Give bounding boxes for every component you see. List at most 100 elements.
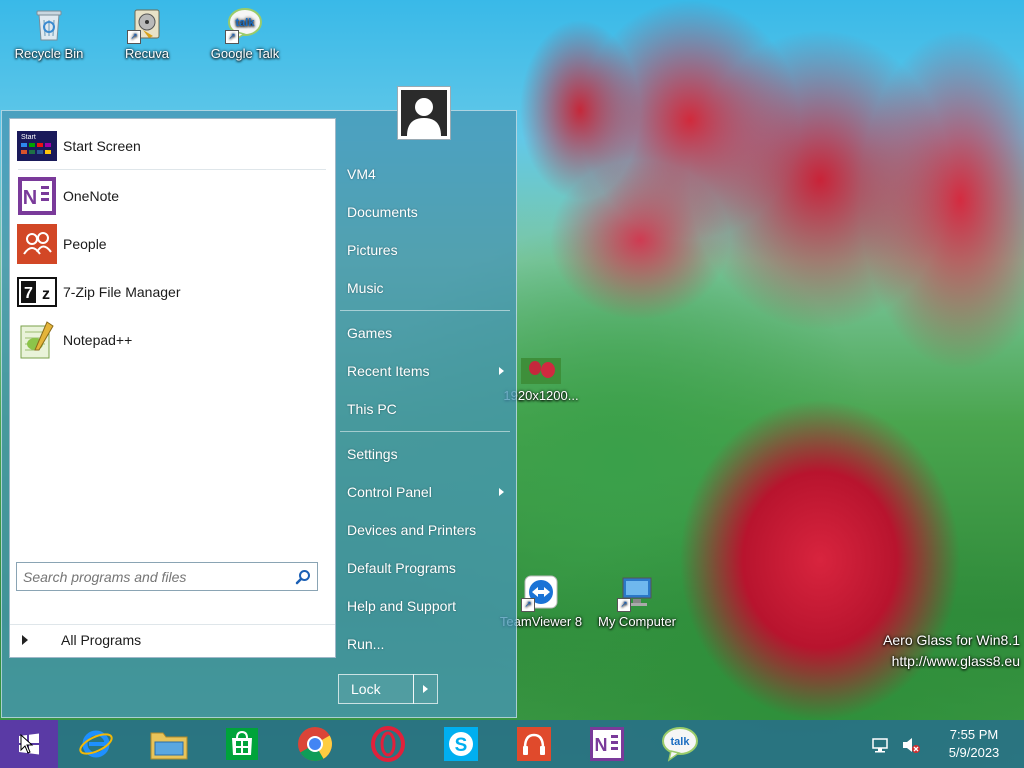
- people-icon: [17, 224, 57, 264]
- system-clock[interactable]: 7:55 PM 5/9/2023: [934, 726, 1014, 762]
- menu-item-label: Devices and Printers: [347, 522, 477, 538]
- taskbar-google-talk[interactable]: talk: [652, 720, 708, 768]
- svg-text:talk: talk: [236, 17, 256, 29]
- expand-arrow-icon: [22, 635, 28, 645]
- taskbar-onenote[interactable]: N: [579, 720, 635, 768]
- taskbar-chrome[interactable]: [287, 720, 343, 768]
- onenote-icon: N: [590, 727, 624, 761]
- submenu-arrow-icon: [499, 367, 504, 375]
- menu-item-label: Settings: [347, 446, 398, 462]
- menu-item-pictures[interactable]: Pictures: [338, 233, 512, 267]
- program-label: 7-Zip File Manager: [63, 284, 181, 300]
- menu-item-label: Recent Items: [347, 363, 430, 379]
- programs-divider: [18, 169, 326, 170]
- program-notepadpp[interactable]: Notepad++: [14, 319, 330, 361]
- taskbar-store[interactable]: [214, 720, 270, 768]
- desktop-icon-label: My Computer: [597, 614, 677, 629]
- menu-item-label: Control Panel: [347, 484, 432, 500]
- start-screen-icon: Start: [17, 130, 57, 162]
- search-icon[interactable]: [295, 569, 311, 585]
- menu-item-vm4[interactable]: VM4: [338, 157, 512, 191]
- watermark-line2: http://www.glass8.eu: [891, 653, 1020, 669]
- taskbar-opera[interactable]: [360, 720, 416, 768]
- program-people[interactable]: People: [14, 223, 330, 265]
- taskbar: S N talk 7:55 PM 5/9/2023: [0, 720, 1024, 768]
- opera-icon: [371, 726, 405, 762]
- menu-item-games[interactable]: Games: [338, 316, 512, 350]
- menu-separator: [340, 310, 510, 311]
- music-app-icon: [517, 727, 551, 761]
- onenote-icon: N: [17, 177, 57, 215]
- all-programs-button[interactable]: All Programs: [14, 627, 330, 653]
- menu-separator: [340, 431, 510, 432]
- svg-text:talk: talk: [671, 736, 691, 748]
- desktop-icon-label: Recycle Bin: [14, 46, 84, 61]
- file-explorer-icon: [150, 732, 188, 760]
- user-avatar-icon: [401, 90, 447, 136]
- menu-item-devices-printers[interactable]: Devices and Printers: [338, 513, 512, 547]
- svg-text:7: 7: [24, 285, 33, 302]
- menu-item-label: Documents: [347, 204, 418, 220]
- google-talk-icon: talk: [662, 727, 698, 762]
- menu-item-settings[interactable]: Settings: [338, 437, 512, 471]
- menu-item-default-programs[interactable]: Default Programs: [338, 551, 512, 585]
- clock-time: 7:55 PM: [949, 727, 999, 742]
- recuva-icon: ↗: [127, 6, 165, 44]
- network-icon[interactable]: [871, 736, 889, 754]
- svg-text:N: N: [23, 187, 37, 209]
- svg-text:z: z: [42, 286, 50, 303]
- menu-item-label: VM4: [347, 166, 376, 182]
- program-start-screen[interactable]: Start Start Screen: [14, 125, 330, 167]
- program-7zip[interactable]: 7 z 7-Zip File Manager: [14, 271, 330, 313]
- desktop-icon-label: Google Talk: [210, 46, 280, 61]
- google-talk-icon: talk ↗: [225, 6, 263, 44]
- program-onenote[interactable]: N OneNote: [14, 175, 330, 217]
- desktop-icon-my-computer[interactable]: ↗ My Computer: [589, 574, 685, 629]
- menu-item-recent-items[interactable]: Recent Items: [338, 354, 512, 388]
- desktop-icon-google-talk[interactable]: talk ↗ Google Talk: [197, 6, 293, 61]
- power-options-arrow-button[interactable]: [413, 674, 438, 704]
- recycle-bin-icon: [31, 6, 67, 42]
- volume-muted-icon[interactable]: [901, 736, 920, 754]
- taskbar-music[interactable]: [506, 720, 562, 768]
- menu-item-music[interactable]: Music: [338, 271, 512, 305]
- desktop-icon-recycle-bin[interactable]: Recycle Bin: [1, 6, 97, 61]
- computer-icon: ↗: [617, 574, 655, 612]
- taskbar-file-explorer[interactable]: [141, 720, 197, 768]
- menu-item-label: Run...: [347, 636, 385, 652]
- menu-item-documents[interactable]: Documents: [338, 195, 512, 229]
- menu-item-control-panel[interactable]: Control Panel: [338, 475, 512, 509]
- clock-date: 5/9/2023: [948, 745, 1000, 760]
- desktop-icon-label: Recuva: [124, 46, 170, 61]
- search-box[interactable]: [16, 562, 318, 591]
- svg-text:Start: Start: [21, 134, 36, 141]
- notepadpp-icon: [17, 321, 57, 359]
- lock-button[interactable]: Lock: [338, 674, 414, 704]
- user-account-picture[interactable]: [397, 86, 451, 140]
- all-programs-divider: [10, 624, 335, 625]
- menu-item-label: Games: [347, 325, 393, 341]
- 7zip-icon: 7 z: [17, 276, 57, 308]
- internet-explorer-icon: [79, 730, 113, 758]
- menu-item-label: Pictures: [347, 242, 398, 258]
- taskbar-internet-explorer[interactable]: [68, 720, 124, 768]
- program-label: Start Screen: [63, 138, 141, 154]
- menu-item-run[interactable]: Run...: [338, 627, 512, 661]
- store-icon: [226, 728, 258, 760]
- svg-text:S: S: [455, 735, 468, 756]
- watermark-line1: Aero Glass for Win8.1: [883, 632, 1020, 648]
- image-thumbnail-icon: [521, 358, 561, 384]
- taskbar-skype[interactable]: S: [433, 720, 489, 768]
- menu-item-label: Help and Support: [347, 598, 456, 614]
- menu-item-help-support[interactable]: Help and Support: [338, 589, 512, 623]
- search-input[interactable]: [17, 563, 299, 590]
- chrome-icon: [298, 727, 332, 761]
- submenu-arrow-icon: [499, 488, 504, 496]
- mouse-cursor-icon: [20, 734, 34, 754]
- desktop-icon-recuva[interactable]: ↗ Recuva: [99, 6, 195, 61]
- menu-item-this-pc[interactable]: This PC: [338, 392, 512, 426]
- teamviewer-icon: ↗: [521, 574, 559, 612]
- all-programs-label: All Programs: [61, 632, 142, 648]
- lock-label: Lock: [351, 681, 381, 697]
- menu-item-label: Default Programs: [347, 560, 456, 576]
